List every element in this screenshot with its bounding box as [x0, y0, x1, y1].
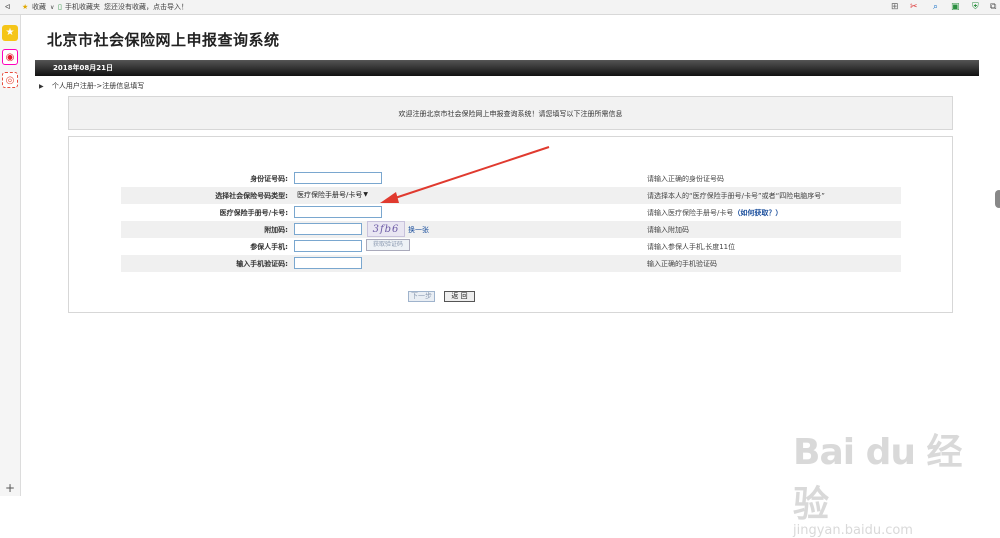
page-title: 北京市社会保险网上申报查询系统 [47, 31, 280, 49]
browser-sidebar: ★ ◉ ◎ + [0, 15, 21, 496]
next-button[interactable]: 下一步 [408, 291, 435, 302]
medical-card-hint-text: 请输入医疗保险手册号/卡号 [647, 209, 734, 217]
back-icon[interactable]: ᐊ [5, 3, 10, 12]
registration-form: 身份证号码: 请输入正确的身份证号码 选择社会保险号码类型: 医疗保险手册号/卡… [68, 136, 953, 313]
phone-input[interactable] [294, 240, 362, 252]
medical-card-input[interactable] [294, 206, 382, 218]
favorites-dropdown-icon[interactable]: ∨ [50, 3, 54, 12]
sms-code-input[interactable] [294, 257, 362, 269]
star-icon[interactable]: ★ [2, 25, 18, 41]
insurance-type-select[interactable]: 医疗保险手册号/卡号 ▼ [294, 189, 374, 201]
form-row-phone: 参保人手机: 获取验证码 请输入参保人手机,长度11位 [121, 238, 901, 255]
window-icon[interactable]: ⧉ [990, 3, 999, 12]
date-bar: 2018年08月21日 [35, 60, 979, 76]
insurance-type-selected: 医疗保险手册号/卡号 [297, 191, 363, 199]
form-row-medical-card: 医疗保险手册号/卡号: 请输入医疗保险手册号/卡号（如何获取？） [121, 204, 901, 221]
scroll-handle[interactable] [995, 190, 1000, 208]
form-row-insurance-type: 选择社会保险号码类型: 医疗保险手册号/卡号 ▼ 请选择本人的“医疗保险手册号/… [121, 187, 901, 204]
chevron-down-icon: ▼ [363, 191, 368, 198]
back-button[interactable]: 返 回 [444, 291, 475, 302]
extra-code-label: 附加码: [264, 226, 288, 234]
id-number-label: 身份证号码: [250, 175, 288, 183]
favorites-button[interactable]: 收藏 [32, 3, 46, 12]
medical-card-label: 医疗保险手册号/卡号: [219, 209, 288, 217]
phone-label: 参保人手机: [250, 243, 288, 251]
get-sms-code-button[interactable]: 获取验证码 [366, 239, 410, 251]
favorites-star-icon[interactable]: ★ [22, 3, 28, 12]
form-row-id-number: 身份证号码: 请输入正确的身份证号码 [121, 170, 901, 187]
search-icon[interactable]: ⌕ [933, 3, 942, 12]
welcome-box: 欢迎注册北京市社会保险网上申报查询系统！请您填写以下注册所需信息 [68, 96, 953, 130]
extra-code-input[interactable] [294, 223, 362, 235]
medical-card-hint: 请输入医疗保险手册号/卡号（如何获取？） [647, 208, 782, 218]
import-favorites-prompt[interactable]: 您还没有收藏，点击导入！ [104, 3, 188, 12]
weibo-icon[interactable]: ◉ [2, 49, 18, 65]
form-row-extra-code: 附加码: 3fb6 换一张 请输入附加码 [121, 221, 901, 238]
shield-icon[interactable]: ⛨ [972, 3, 981, 12]
phone-hint: 请输入参保人手机,长度11位 [647, 243, 736, 251]
target-icon[interactable]: ◎ [2, 72, 18, 88]
form-row-sms-code: 输入手机验证码: 输入正确的手机验证码 [121, 255, 901, 272]
breadcrumb: ▶ 个人用户注册->注册信息填写 [39, 81, 144, 91]
window-grid-icon[interactable]: ⊞ [891, 3, 900, 12]
game-icon[interactable]: ▣ [951, 3, 960, 12]
captcha-image[interactable]: 3fb6 [367, 221, 405, 237]
extra-code-hint: 请输入附加码 [647, 226, 689, 234]
watermark-url: jingyan.baidu.com [793, 523, 913, 538]
id-number-input[interactable] [294, 172, 382, 184]
sms-code-label: 输入手机验证码: [236, 260, 288, 268]
phone-icon: ▯ [58, 3, 62, 11]
breadcrumb-text: 个人用户注册->注册信息填写 [51, 82, 145, 90]
welcome-text: 欢迎注册北京市社会保险网上申报查询系统！请您填写以下注册所需信息 [398, 110, 623, 118]
id-number-hint: 请输入正确的身份证号码 [647, 175, 724, 183]
swap-captcha-link[interactable]: 换一张 [408, 225, 429, 235]
main-content: 北京市社会保险网上申报查询系统 2018年08月21日 ▶ 个人用户注册->注册… [21, 15, 1000, 538]
sms-code-hint: 输入正确的手机验证码 [647, 260, 717, 268]
baidu-watermark: Bai du 经验 jingyan.baidu.com [793, 423, 993, 538]
watermark-brand: Bai du 经验 [793, 432, 963, 525]
insurance-type-label: 选择社会保险号码类型: [215, 192, 288, 200]
how-to-get-link[interactable]: （如何获取？） [733, 209, 782, 217]
triangle-icon: ▶ [39, 83, 44, 90]
current-date: 2018年08月21日 [53, 64, 113, 72]
mobile-favorites-link[interactable]: 手机收藏夹 [65, 3, 100, 12]
cut-icon[interactable]: ✂ [910, 3, 919, 12]
browser-favorites-bar: ᐊ ★ 收藏 ∨ ▯ 手机收藏夹 您还没有收藏，点击导入！ ⊞ ✂ ⌕ ▣ ⛨ … [0, 0, 1000, 15]
insurance-type-hint: 请选择本人的“医疗保险手册号/卡号”或者“四险电脑序号” [647, 192, 825, 200]
add-icon[interactable]: + [2, 480, 18, 496]
